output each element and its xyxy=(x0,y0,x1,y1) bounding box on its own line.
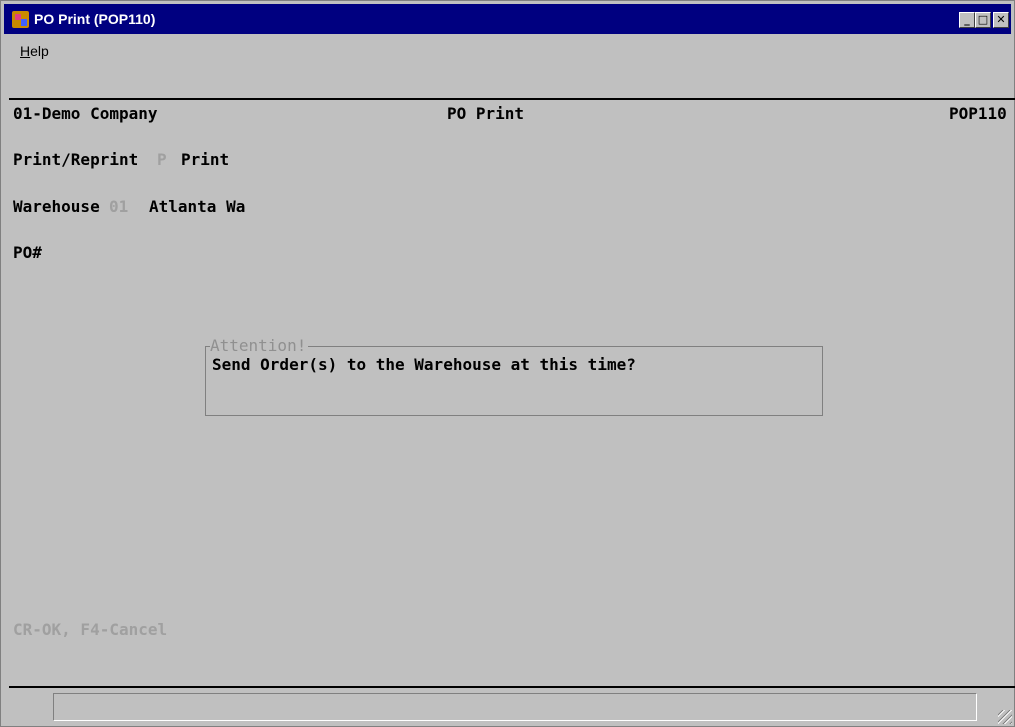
warehouse-field[interactable]: 01 xyxy=(109,197,128,216)
menu-help-label: elp xyxy=(30,43,49,59)
minimize-button[interactable]: _ xyxy=(959,12,975,28)
app-window: PO Print (POP110) _ □ ✕ Help 01-Demo Com… xyxy=(0,0,1015,727)
close-button[interactable]: ✕ xyxy=(993,12,1009,28)
maximize-button[interactable]: □ xyxy=(975,12,991,28)
menu-help[interactable]: Help xyxy=(20,43,49,59)
dialog-title: Attention! xyxy=(210,336,309,355)
close-icon: ✕ xyxy=(996,13,1006,26)
key-hint: CR-OK, F4-Cancel xyxy=(13,620,168,639)
print-reprint-description: Print xyxy=(181,150,230,169)
footer-divider xyxy=(9,686,1015,688)
window-title: PO Print (POP110) xyxy=(34,11,156,27)
menu-bar: Help xyxy=(4,37,1011,65)
terminal-screen: 01-Demo Company PO Print POP110 Print/Re… xyxy=(9,100,1015,686)
print-reprint-field[interactable]: P xyxy=(157,150,167,169)
warehouse-label: Warehouse xyxy=(13,197,100,216)
po-number-label: PO# xyxy=(13,243,42,262)
program-id: POP110 xyxy=(949,104,1007,123)
company-name: 01-Demo Company xyxy=(13,104,158,123)
resize-grip-icon[interactable] xyxy=(998,710,1012,724)
warehouse-name: Atlanta Wa xyxy=(149,197,246,216)
app-icon[interactable] xyxy=(12,11,29,28)
status-bar xyxy=(53,693,977,721)
screen-title: PO Print xyxy=(447,104,525,123)
minimize-icon: _ xyxy=(964,13,970,26)
attention-dialog: Attention! Send Order(s) to the Warehous… xyxy=(205,336,823,416)
title-bar[interactable]: PO Print (POP110) _ □ ✕ xyxy=(4,4,1011,34)
menu-help-accelerator: H xyxy=(20,43,31,59)
dialog-message: Send Order(s) to the Warehouse at this t… xyxy=(212,355,636,374)
print-reprint-label: Print/Reprint xyxy=(13,150,139,169)
maximize-icon: □ xyxy=(977,13,989,26)
